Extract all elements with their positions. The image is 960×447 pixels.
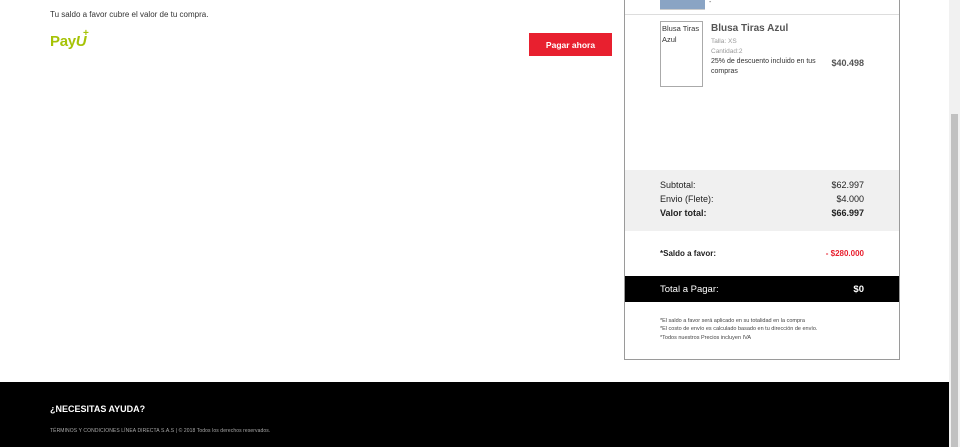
note-shipping: *El costo de envío es calculado basado e…: [660, 326, 818, 333]
legal-text[interactable]: TÉRMINOS Y CONDICIONES LÍNEA DIRECTA S.A…: [50, 428, 270, 434]
checkout-payment-section: Tu saldo a favor cubre el valor de tu co…: [0, 0, 620, 382]
total-value: $66.997: [831, 208, 864, 218]
scrollbar-thumb[interactable]: [951, 114, 958, 447]
total-to-pay-bar: Total a Pagar: $0: [625, 276, 899, 302]
order-notes: *El saldo a favor será aplicado en su to…: [660, 317, 817, 342]
subtotal-label: Subtotal:: [660, 180, 696, 190]
item-divider: [625, 14, 899, 15]
total-value-label: Valor total:: [660, 208, 707, 218]
shipping-row: Envio (Flete): $4.000: [660, 194, 864, 204]
to-pay-value: $0: [853, 284, 864, 295]
to-pay-label: Total a Pagar:: [660, 284, 719, 295]
pay-now-button[interactable]: Pagar ahora: [529, 33, 612, 56]
previous-item-text: -: [709, 0, 712, 6]
note-balance: *El saldo a favor será aplicado en su to…: [660, 318, 805, 324]
footer: ¿NECESITAS AYUDA? TÉRMINOS Y CONDICIONES…: [0, 382, 949, 447]
balance-label: *Saldo a favor:: [660, 249, 717, 258]
order-summary-panel: - Blusa Tiras Azul Blusa Tiras Azul Tall…: [624, 0, 900, 360]
product-size: Talla: XS: [711, 38, 737, 45]
product-image-placeholder[interactable]: Blusa Tiras Azul: [660, 21, 703, 87]
subtotal-row: Subtotal: $62.997: [660, 180, 864, 190]
shipping-value: $4.000: [836, 194, 864, 204]
balance-row: *Saldo a favor: - $280.000: [660, 249, 864, 258]
previous-item-image: [660, 0, 705, 10]
balance-message: Tu saldo a favor cubre el valor de tu co…: [50, 10, 209, 19]
shipping-label: Envio (Flete):: [660, 194, 714, 204]
product-price: $40.498: [831, 58, 864, 68]
product-discount-note: 25% de descuento incluido en tus compras: [711, 58, 816, 76]
product-quantity: Cantidad:2: [711, 48, 743, 55]
payu-logo: PayU +: [50, 28, 89, 50]
vertical-scrollbar[interactable]: [949, 0, 960, 447]
total-value-row: Valor total: $66.997: [660, 208, 864, 218]
subtotal-value: $62.997: [831, 180, 864, 190]
product-name[interactable]: Blusa Tiras Azul: [711, 23, 788, 34]
note-iva: *Todos nuestros Precios incluyen IVA: [660, 334, 751, 341]
balance-value: - $280.000: [825, 249, 864, 258]
help-title[interactable]: ¿NECESITAS AYUDA?: [50, 404, 145, 414]
totals-box: Subtotal: $62.997 Envio (Flete): $4.000 …: [625, 170, 899, 231]
